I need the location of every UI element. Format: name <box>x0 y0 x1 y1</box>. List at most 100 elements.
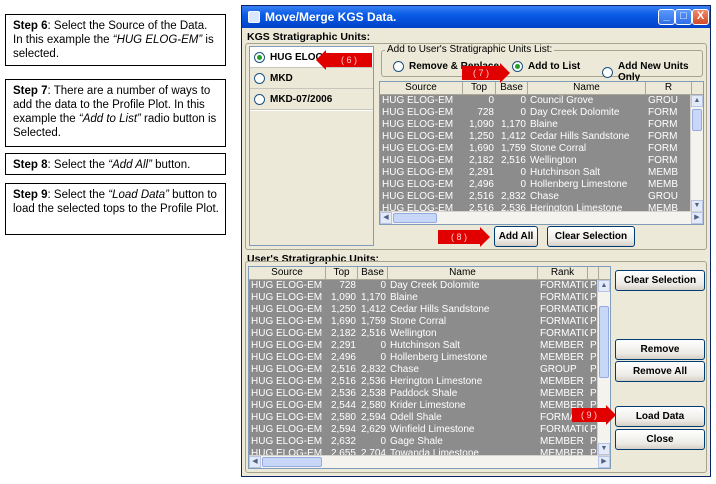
scroll-up-icon[interactable]: ▲ <box>598 280 610 292</box>
table-row[interactable]: HUG ELOG-EM 2,182 2,516 Wellington FORMATION… <box>249 328 610 340</box>
radio-selected-icon <box>512 61 523 72</box>
table-cell: Blaine <box>390 292 418 303</box>
col-base[interactable]: Base <box>496 82 528 94</box>
table-row[interactable]: HUG ELOG-EM 2,536 2,538 Paddock Shale MEMBER… <box>249 388 610 400</box>
scroll-left-icon[interactable]: ◀ <box>380 212 392 224</box>
col-rank[interactable]: R <box>646 82 692 94</box>
col-source[interactable]: Source <box>249 267 326 279</box>
table-row[interactable]: HUG ELOG-EM 1,690 1,759 Stone Corral FORM <box>380 143 703 155</box>
maximize-button[interactable]: □ <box>675 9 692 25</box>
table-row[interactable]: HUG ELOG-EM 1,690 1,759 Stone Corral FORMATI… <box>249 316 610 328</box>
table-cell: 1,250 <box>330 304 356 315</box>
table-row[interactable]: HUG ELOG-EM 2,516 2,832 Chase GROUP P <box>249 364 610 376</box>
kgs-vertical-scrollbar[interactable]: ▲ ▼ <box>690 95 703 212</box>
table-row[interactable]: HUG ELOG-EM 1,090 1,170 Blaine FORM <box>380 119 703 131</box>
source-item-mkd-07-2006[interactable]: MKD-07/2006 <box>250 89 373 110</box>
table-cell: HUG ELOG-EM <box>382 155 454 166</box>
radio-empty-icon <box>602 66 613 78</box>
remove-all-button[interactable]: Remove All <box>615 361 705 382</box>
app-icon <box>248 11 260 23</box>
table-cell: HUG ELOG-EM <box>251 292 323 303</box>
scroll-left-icon[interactable]: ◀ <box>249 456 261 468</box>
load-data-button[interactable]: Load Data <box>615 406 705 427</box>
scroll-down-icon[interactable]: ▼ <box>598 443 610 455</box>
table-cell: FORM <box>648 119 678 130</box>
source-item-mkd[interactable]: MKD <box>250 68 373 89</box>
scroll-thumb[interactable] <box>599 306 609 378</box>
col-source[interactable]: Source <box>380 82 463 94</box>
table-cell: Hollenberg Limestone <box>390 352 488 363</box>
table-row[interactable]: HUG ELOG-EM1,0901,170BlaineFORMATIONP <box>249 292 610 304</box>
step-tail: button. <box>151 159 191 171</box>
kgs-horizontal-scrollbar[interactable]: ◀ ▶ <box>380 211 703 224</box>
radio-add-new-units-only[interactable]: Add New Units Only <box>602 61 710 83</box>
col-extra[interactable] <box>588 267 599 279</box>
table-cell: HUG ELOG-EM <box>382 119 454 130</box>
table-row[interactable]: HUG ELOG-EM 728 0 Day Creek Dolomite FORM <box>380 107 703 119</box>
clear-selection-right-button[interactable]: Clear Selection <box>615 270 705 291</box>
step-7-marker: ( 7 ) <box>462 63 510 83</box>
table-cell: 0 <box>520 95 526 106</box>
window-titlebar[interactable]: Move/Merge KGS Data. _ □ X <box>242 6 710 28</box>
table-cell: 1,412 <box>500 131 526 142</box>
table-row[interactable]: HUG ELOG-EM2,5802,594Odell ShaleFORMATIO… <box>249 412 610 424</box>
table-cell: 2,496 <box>468 179 494 190</box>
radio-empty-icon <box>393 61 404 72</box>
table-cell: 2,536 <box>360 376 386 387</box>
minimize-button[interactable]: _ <box>658 9 675 25</box>
table-cell: Wellington <box>530 155 577 166</box>
table-row[interactable]: HUG ELOG-EM 0 0 Council Grove GROU <box>380 95 703 107</box>
col-rank[interactable]: Rank <box>538 267 588 279</box>
scroll-right-icon[interactable]: ▶ <box>598 456 610 468</box>
table-cell: HUG ELOG-EM <box>382 107 454 118</box>
add-all-button[interactable]: Add All <box>494 226 538 247</box>
table-row[interactable]: HUG ELOG-EM 1,250 1,412 Cedar Hills Sandsto… <box>380 131 703 143</box>
radio-add-to-list[interactable]: Add to List <box>512 61 580 72</box>
table-row[interactable]: HUG ELOG-EM 2,496 0 Hollenberg Limestone MEM… <box>380 179 703 191</box>
user-horizontal-scrollbar[interactable]: ◀ ▶ <box>249 455 610 468</box>
table-cell: HUG ELOG-EM <box>382 179 454 190</box>
step-9-marker: ( 9 ) <box>572 405 616 425</box>
table-cell: 2,594 <box>330 424 356 435</box>
col-name[interactable]: Name <box>388 267 538 279</box>
table-cell: GROUP <box>540 364 577 375</box>
scroll-right-icon[interactable]: ▶ <box>691 212 703 224</box>
col-base[interactable]: Base <box>358 267 388 279</box>
clear-selection-top-button[interactable]: Clear Selection <box>547 226 635 247</box>
table-cell: 0 <box>380 280 386 291</box>
table-row[interactable]: HUG ELOG-EM 1,250 1,412 Cedar Hills Sandsto… <box>249 304 610 316</box>
scroll-thumb[interactable] <box>692 109 702 131</box>
scroll-thumb[interactable] <box>262 457 322 467</box>
table-row[interactable]: HUG ELOG-EM 2,182 2,516 Wellington FORM <box>380 155 703 167</box>
remove-button[interactable]: Remove <box>615 339 705 360</box>
close-button[interactable]: Close <box>615 429 705 450</box>
table-row[interactable]: HUG ELOG-EM 2,516 2,832 Chase GROU <box>380 191 703 203</box>
table-row[interactable]: HUG ELOG-EM 2,516 2,536 Herington Limestone… <box>249 376 610 388</box>
table-cell: 2,516 <box>360 328 386 339</box>
table-row[interactable]: HUG ELOG-EM 2,291 0 Hutchinson Salt MEMBER P <box>249 340 610 352</box>
table-row[interactable]: HUG ELOG-EM 728 0 Day Creek Dolomite FORMATI… <box>249 280 610 292</box>
table-row[interactable]: HUG ELOG-EM 2,291 0 Hutchinson Salt MEMB <box>380 167 703 179</box>
table-cell: Stone Corral <box>390 316 447 327</box>
col-name[interactable]: Name <box>528 82 646 94</box>
step-6-marker: ( 6 ) <box>316 50 372 70</box>
table-cell: Gage Shale <box>390 436 443 447</box>
table-row[interactable]: HUG ELOG-EM 2,594 2,629 Winfield Limestone F… <box>249 424 610 436</box>
col-top[interactable]: Top <box>463 82 496 94</box>
kgs-units-table: Source Top Base Name R HUG ELOG-EM 0 0 Coun… <box>379 81 704 225</box>
table-row[interactable]: HUG ELOG-EM 2,544 2,580 Krider Limestone MEM… <box>249 400 610 412</box>
kgs-table-body: HUG ELOG-EM 0 0 Council Grove GROU HUG ELOG-E… <box>380 95 703 215</box>
source-list-empty-area <box>250 111 373 245</box>
table-row[interactable]: HUG ELOG-EM 2,632 0 Gage Shale MEMBER P <box>249 436 610 448</box>
col-top[interactable]: Top <box>326 267 358 279</box>
table-cell: Hollenberg Limestone <box>530 179 628 190</box>
scroll-thumb[interactable] <box>393 213 437 223</box>
table-cell: 0 <box>488 95 494 106</box>
table-cell: 2,594 <box>360 412 386 423</box>
table-cell: 2,832 <box>500 191 526 202</box>
close-window-button[interactable]: X <box>692 9 709 25</box>
scroll-up-icon[interactable]: ▲ <box>691 95 703 107</box>
table-cell: Herington Limestone <box>390 376 483 387</box>
table-row[interactable]: HUG ELOG-EM 2,496 0 Hollenberg Limestone MEM… <box>249 352 610 364</box>
user-vertical-scrollbar[interactable]: ▲ ▼ <box>597 280 610 455</box>
